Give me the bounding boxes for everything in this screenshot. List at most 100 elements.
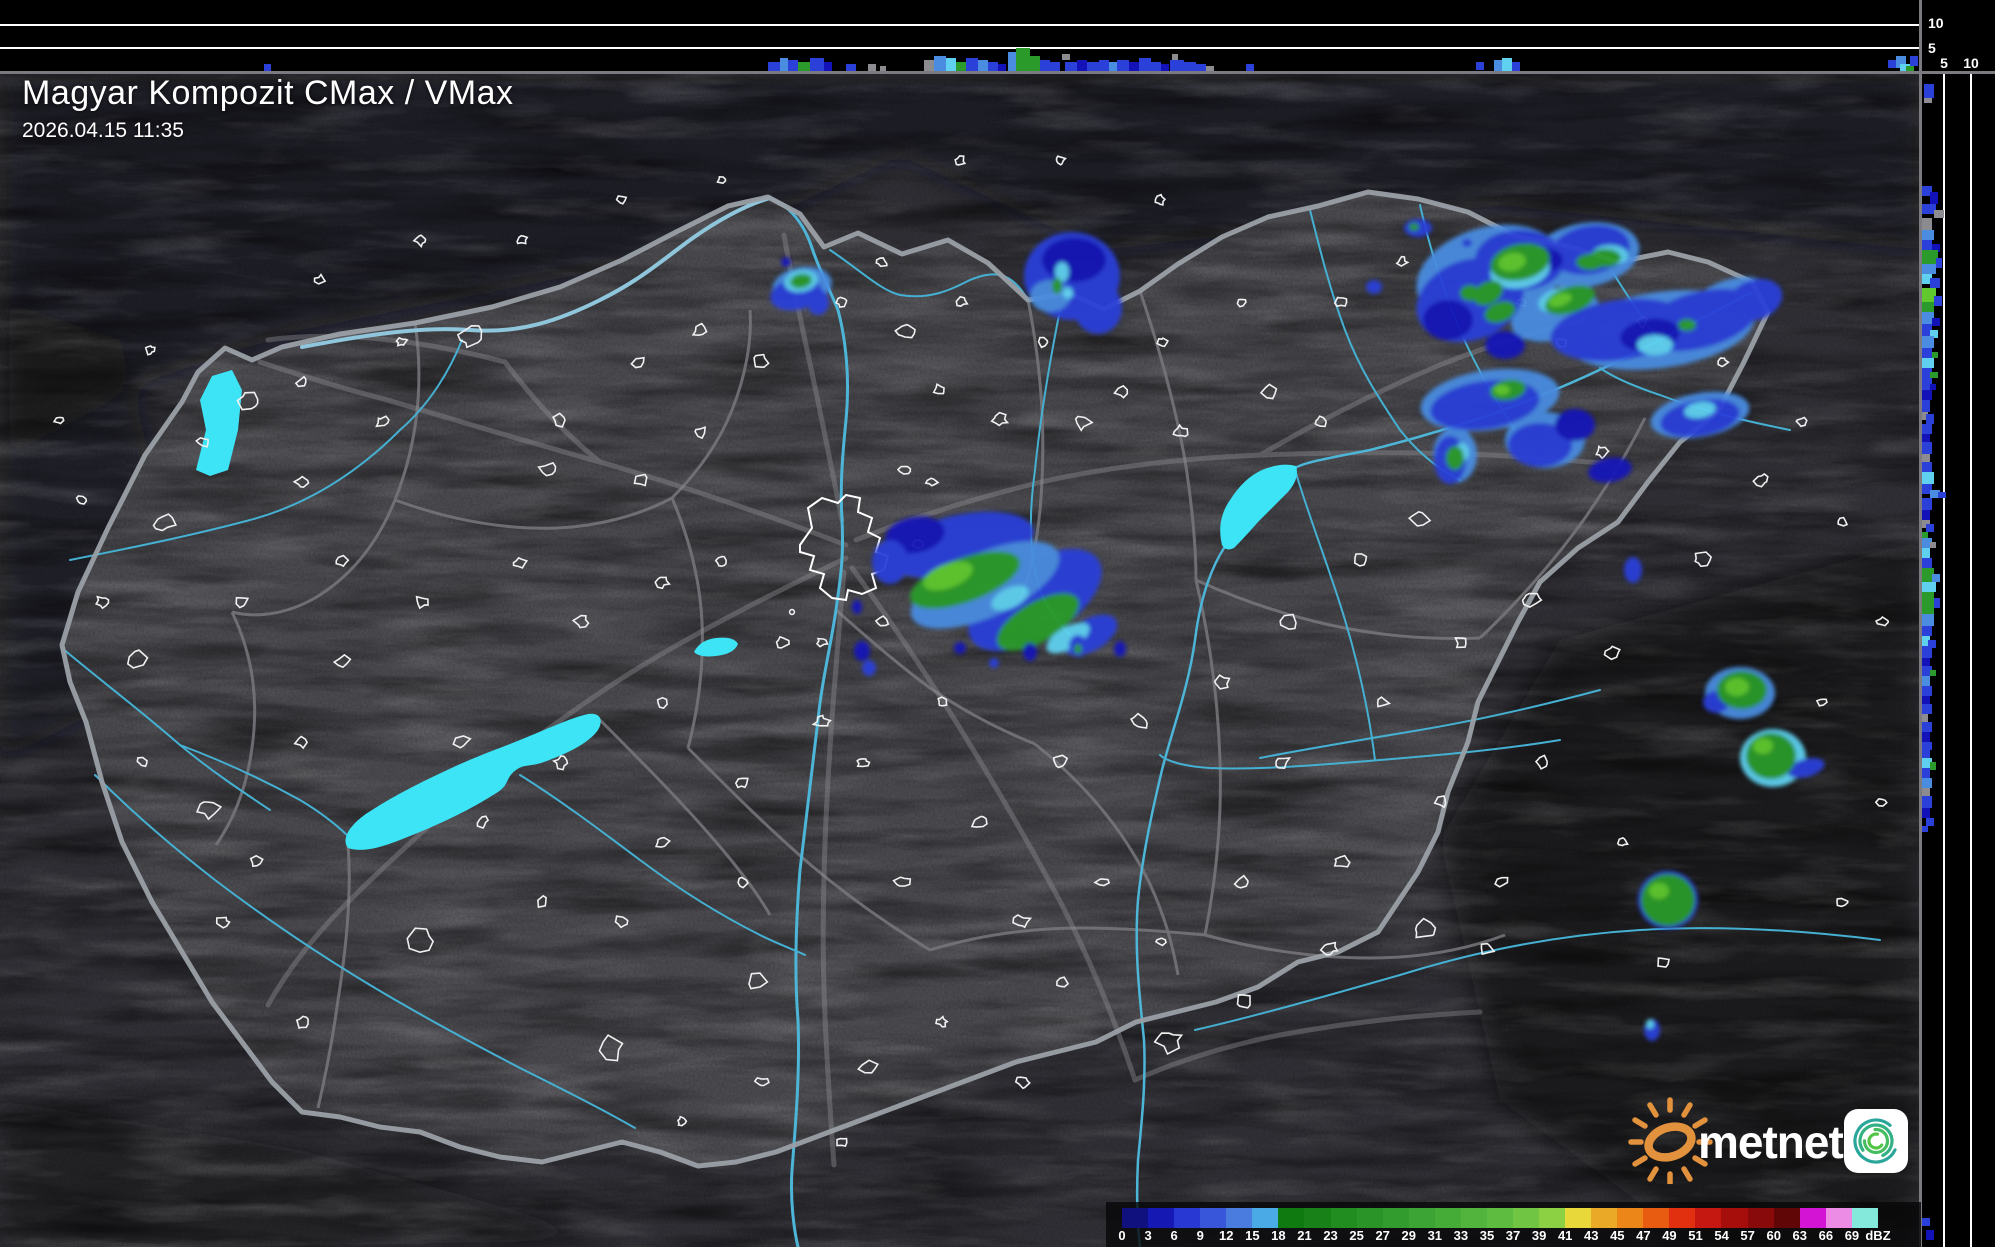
projection-echo <box>1170 60 1184 72</box>
projection-echo <box>1930 372 1938 378</box>
radar-echo <box>1485 331 1525 359</box>
projection-echo <box>1922 646 1932 658</box>
projection-echo <box>1922 442 1932 454</box>
legend-color-cell <box>1174 1208 1201 1228</box>
legend-color-cell <box>1252 1208 1279 1228</box>
projection-echo <box>1922 462 1932 472</box>
projection-echo <box>1065 62 1077 72</box>
radar-echo <box>1366 280 1382 294</box>
projection-echo <box>1910 56 1918 66</box>
legend-color-cell <box>1486 1208 1513 1228</box>
projection-echo <box>1922 714 1928 722</box>
legend-unit-label: dBZ <box>1865 1228 1891 1243</box>
projection-echo <box>1922 592 1934 614</box>
projection-echo <box>1930 192 1938 204</box>
top-projection-strip <box>0 0 1921 72</box>
projection-echo <box>966 58 978 72</box>
legend-tick-label: 39 <box>1531 1228 1547 1243</box>
projection-echo <box>824 62 832 72</box>
projection-echo <box>1512 62 1520 72</box>
legend-colorbar: 0 3 6 9 12 15 18 21 23 25 27 29 31 33 35 37 39 41 43 45 47 49… <box>1106 1202 1921 1247</box>
radar-echo <box>872 540 908 584</box>
radar-echo <box>1746 733 1796 779</box>
projection-echo <box>1934 598 1940 608</box>
corner-scale: 10 5 5 10 <box>1921 0 1995 72</box>
right-gridline-5km <box>1943 72 1945 1247</box>
projection-echo <box>1050 62 1060 72</box>
legend-color-cell <box>1695 1208 1722 1228</box>
projection-echo <box>1922 532 1928 538</box>
legend-tick-label: 15 <box>1245 1228 1260 1243</box>
projection-echo <box>868 64 876 72</box>
projection-echo <box>1502 58 1512 72</box>
projection-echo <box>1922 582 1936 592</box>
projection-echo <box>1930 384 1936 390</box>
radar-echo <box>1114 641 1126 657</box>
projection-echo <box>1922 498 1932 510</box>
metnet-app-icon <box>1844 1109 1908 1173</box>
projection-echo <box>978 60 988 72</box>
projection-echo <box>1922 658 1930 666</box>
projection-echo <box>1129 62 1139 72</box>
legend-tick-label: 0 <box>1118 1228 1126 1243</box>
top-gridline-10km <box>0 24 1921 26</box>
legend-color-cell <box>1330 1208 1357 1228</box>
radar-echo <box>1446 446 1464 470</box>
projection-echo <box>1934 210 1944 218</box>
legend-tick-label: 21 <box>1297 1228 1312 1243</box>
legend-tick-label: 66 <box>1818 1228 1834 1243</box>
projection-echo <box>1922 768 1930 778</box>
projection-echo <box>1924 98 1932 103</box>
legend-tick-label: 35 <box>1479 1228 1495 1243</box>
legend-color-cell <box>1539 1208 1566 1228</box>
legend-color-cells <box>1122 1208 1878 1228</box>
projection-echo <box>1930 762 1936 770</box>
radar-echo <box>862 660 876 676</box>
legend-tick-label: 12 <box>1219 1228 1234 1243</box>
projection-echo <box>1922 250 1938 264</box>
projection-echo <box>956 62 966 72</box>
projection-echo <box>1922 510 1930 520</box>
legend-tick-label: 54 <box>1714 1228 1729 1243</box>
radar-echo <box>781 257 791 267</box>
projection-echo <box>1922 732 1930 742</box>
projection-echo <box>1930 278 1940 288</box>
legend-color-cell <box>1226 1208 1253 1228</box>
logo-text: metnet <box>1698 1116 1843 1168</box>
projection-echo <box>1184 62 1196 72</box>
projection-echo <box>1922 826 1928 832</box>
map-header: Magyar Kompozit CMax / VMax 2026.04.15 1… <box>22 74 514 143</box>
projection-echo <box>768 62 780 72</box>
legend-color-cell <box>1382 1208 1409 1228</box>
radar-echo <box>1042 238 1106 282</box>
legend-color-cell <box>1512 1208 1539 1228</box>
projection-echo <box>1922 240 1932 250</box>
projection-echo <box>988 62 998 72</box>
projection-echo <box>1099 60 1109 72</box>
right-scale-label-10: 10 <box>1963 55 1979 71</box>
legend-tick-label: 3 <box>1144 1228 1152 1243</box>
projection-echo <box>1922 434 1930 442</box>
projection-echo <box>1934 296 1942 306</box>
radar-echo <box>1462 239 1472 247</box>
projection-echo <box>1932 318 1940 326</box>
right-gridline-10km <box>1970 72 1972 1247</box>
legend-tick-label: 60 <box>1766 1228 1781 1243</box>
map-timestamp: 2026.04.15 11:35 <box>22 119 184 142</box>
projection-echo <box>1087 62 1099 72</box>
legend-color-cell <box>1304 1208 1331 1228</box>
projection-echo <box>1922 796 1932 808</box>
projection-echo <box>1936 258 1942 268</box>
legend-color-cell <box>1643 1208 1670 1228</box>
projection-echo <box>1922 204 1936 214</box>
projection-echo <box>1151 62 1161 72</box>
legend-tick-label: 23 <box>1323 1228 1338 1243</box>
legend-color-cell <box>1200 1208 1227 1228</box>
radar-echo <box>1423 300 1473 340</box>
projection-echo <box>1922 742 1932 750</box>
radar-echo <box>1725 678 1749 696</box>
legend-color-cell <box>1799 1208 1826 1228</box>
projection-echo <box>1922 788 1930 796</box>
legend-color-cell <box>1747 1208 1774 1228</box>
legend-color-cell <box>1148 1208 1175 1228</box>
